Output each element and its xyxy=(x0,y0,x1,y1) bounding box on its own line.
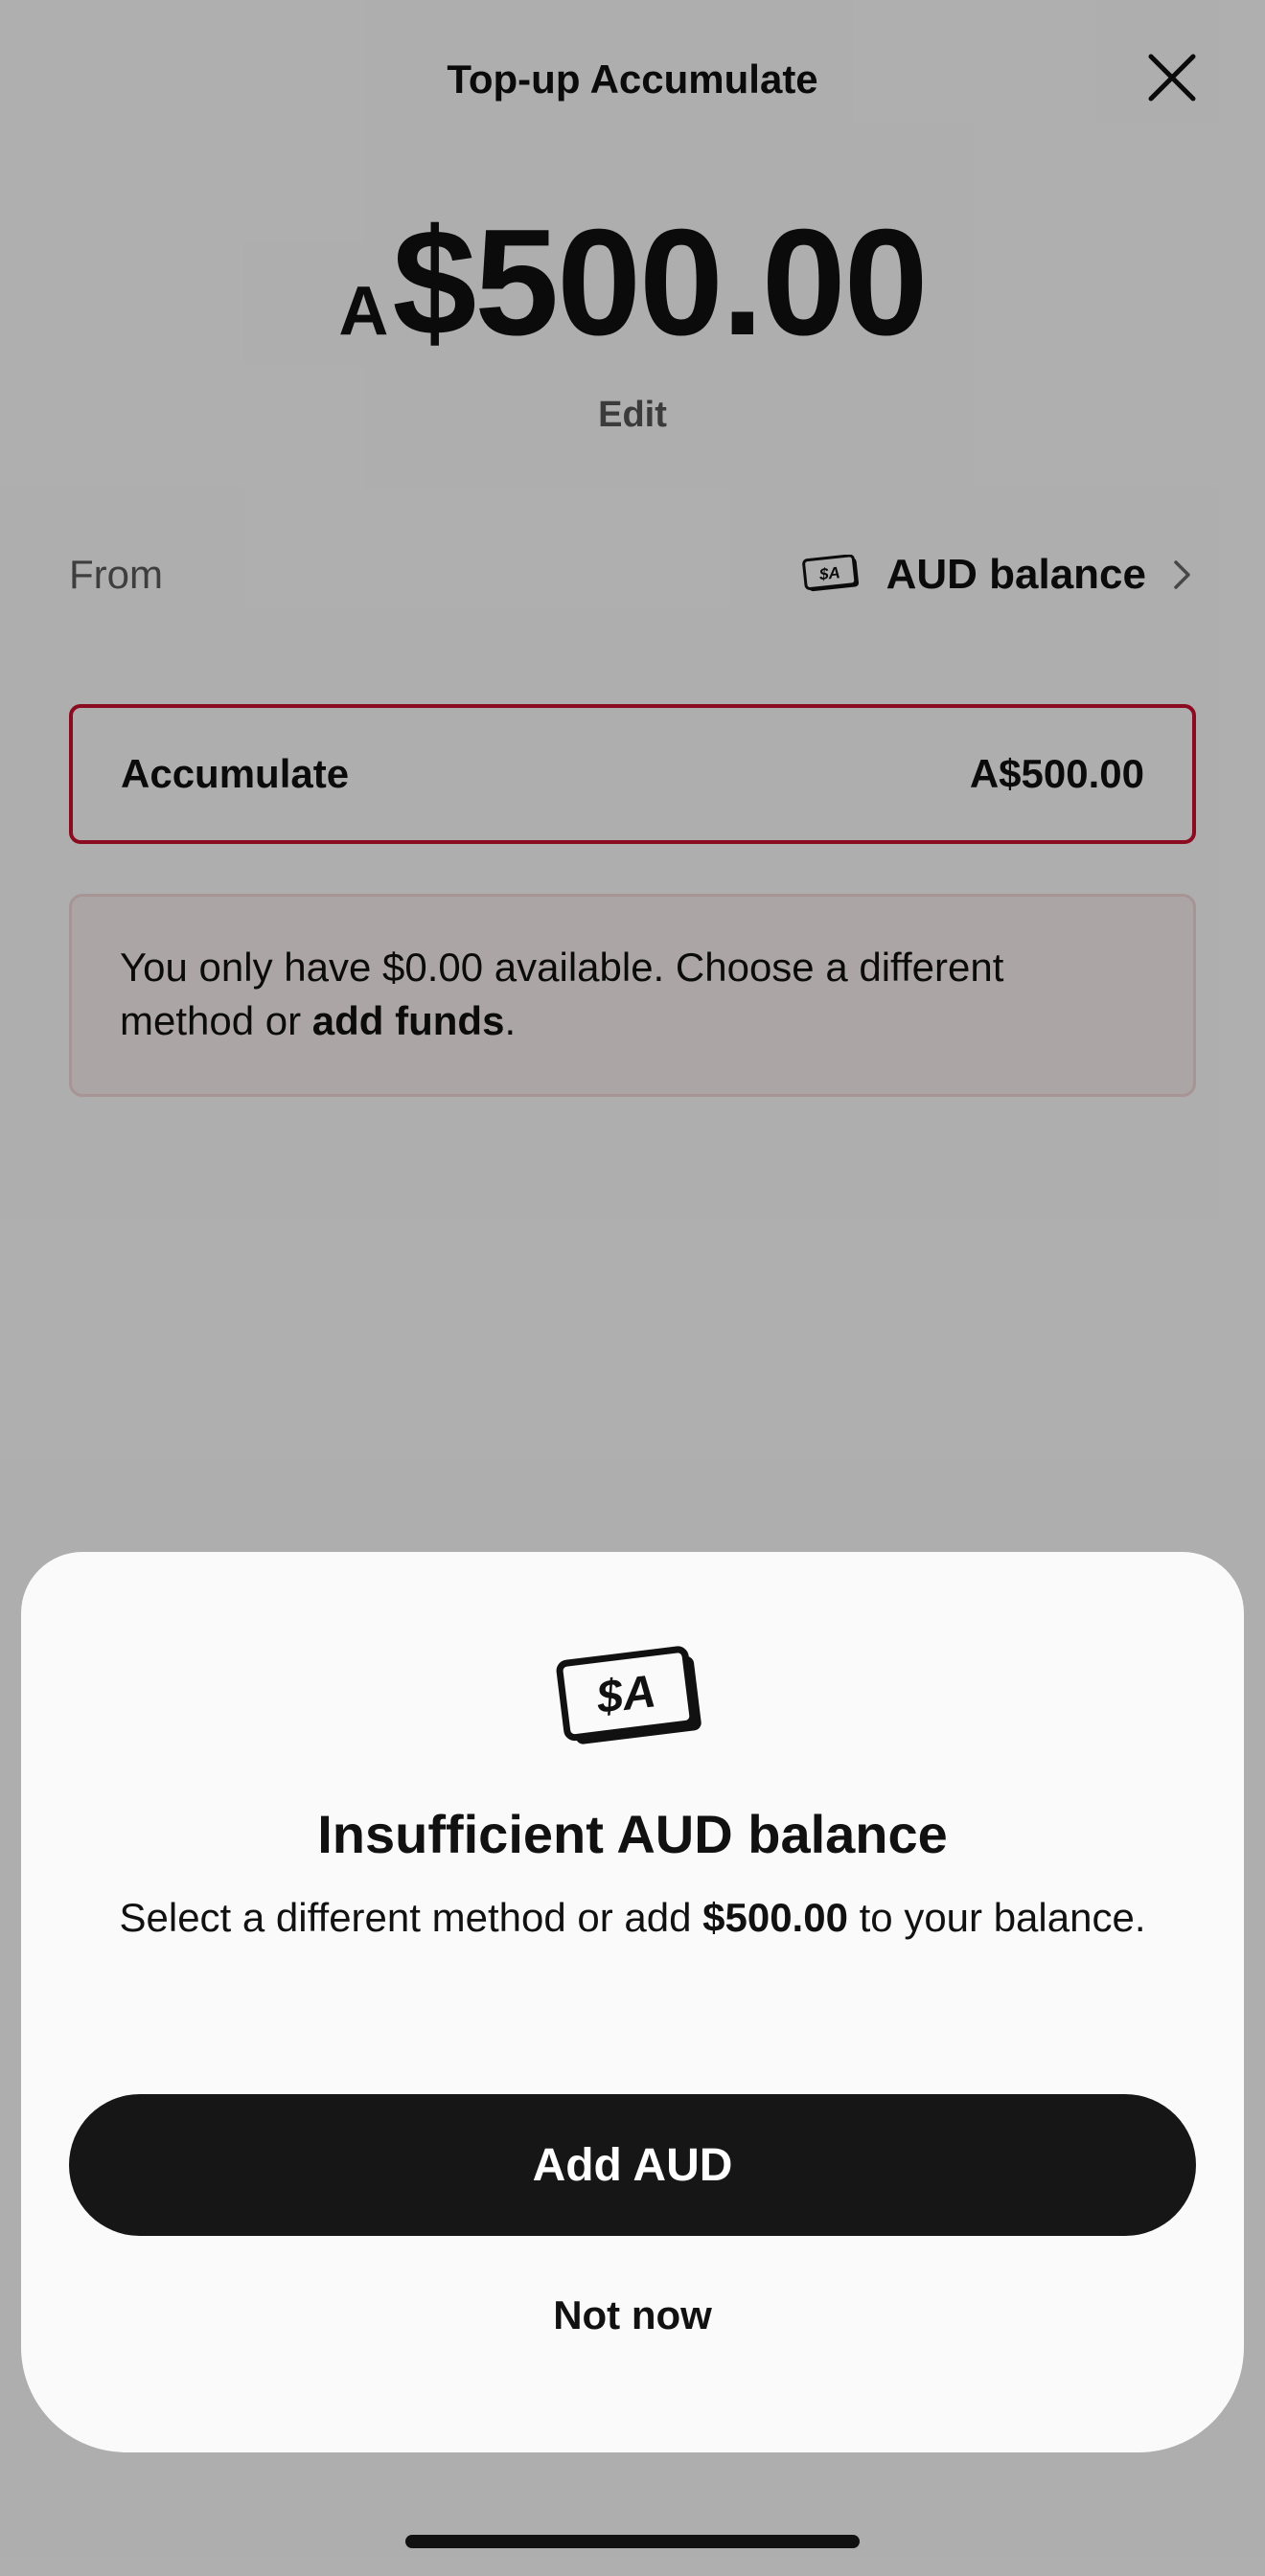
add-aud-button[interactable]: Add AUD xyxy=(69,2094,1196,2236)
sheet-message-end: to your balance. xyxy=(847,1895,1146,1940)
sheet-message-text: Select a different method or add xyxy=(119,1895,703,1940)
sheet-icon-text: $A xyxy=(593,1666,658,1723)
sheet-message-amount: $500.00 xyxy=(702,1895,848,1940)
sheet-title: Insufficient AUD balance xyxy=(317,1804,948,1864)
not-now-button[interactable]: Not now xyxy=(393,2280,872,2351)
insufficient-balance-sheet: $A Insufficient AUD balance Select a dif… xyxy=(21,1552,1244,2452)
aud-cash-icon: $A xyxy=(556,1646,702,1744)
sheet-message: Select a different method or add $500.00… xyxy=(107,1891,1158,1945)
home-indicator[interactable] xyxy=(405,2535,860,2548)
